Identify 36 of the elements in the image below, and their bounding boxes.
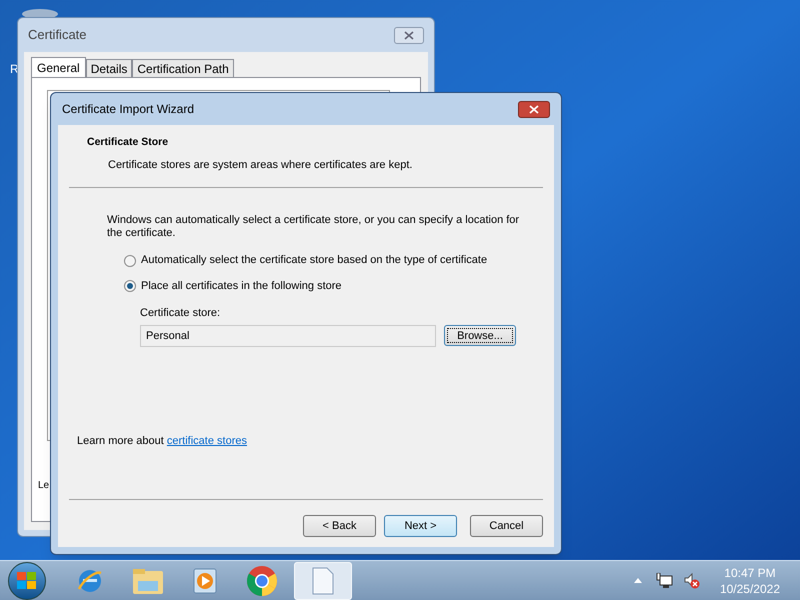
learn-more-text: Learn more about certificate stores xyxy=(76,434,248,448)
windows-logo-icon xyxy=(17,572,37,590)
radio-button[interactable] xyxy=(124,280,136,292)
tab[interactable]: Details xyxy=(86,59,132,77)
radio-option[interactable]: Automatically select the certificate store based on the type of certificate xyxy=(124,252,523,269)
document-icon xyxy=(312,566,334,594)
browse-button[interactable]: Browse... xyxy=(444,325,516,346)
clock-date: 10/25/2022 xyxy=(720,580,780,596)
intro-text: Windows can automatically select a certificate store, or you can specify a location for the certificate. xyxy=(107,214,520,240)
page-heading: Certificate Store xyxy=(87,135,170,150)
tab[interactable]: Certification Path xyxy=(132,59,234,77)
window-title: Certificate xyxy=(28,26,87,44)
field-label: Certificate store: xyxy=(140,306,222,322)
wizard-button[interactable]: Cancel xyxy=(470,515,543,537)
close-button[interactable] xyxy=(518,100,550,118)
tab[interactable]: General xyxy=(31,57,86,78)
show-hidden-icons-icon[interactable] xyxy=(634,578,642,583)
start-button[interactable] xyxy=(8,562,46,600)
close-icon xyxy=(529,104,539,114)
certificate-stores-link[interactable]: certificate stores xyxy=(166,434,247,446)
speaker-muted-icon[interactable] xyxy=(684,572,700,588)
window-title: Certificate Import Wizard xyxy=(62,101,194,118)
wizard-button[interactable]: < Back xyxy=(303,515,376,537)
clock-time: 10:47 PM xyxy=(724,564,776,580)
chrome-icon[interactable] xyxy=(246,564,278,596)
partial-text: Le xyxy=(38,479,50,493)
taskbar-button[interactable] xyxy=(294,562,352,600)
close-icon xyxy=(404,30,414,40)
page-subheading: Certificate stores are system areas where certificates are kept. xyxy=(107,158,414,173)
close-button[interactable] xyxy=(394,26,424,44)
radio-button[interactable] xyxy=(124,254,136,266)
radio-option[interactable]: Place all certificates in the following store xyxy=(124,278,523,294)
network-icon[interactable] xyxy=(656,572,674,588)
store-field[interactable]: Personal xyxy=(140,324,436,347)
wizard-button[interactable]: Next > xyxy=(384,515,457,537)
media-player-icon[interactable] xyxy=(192,566,218,594)
